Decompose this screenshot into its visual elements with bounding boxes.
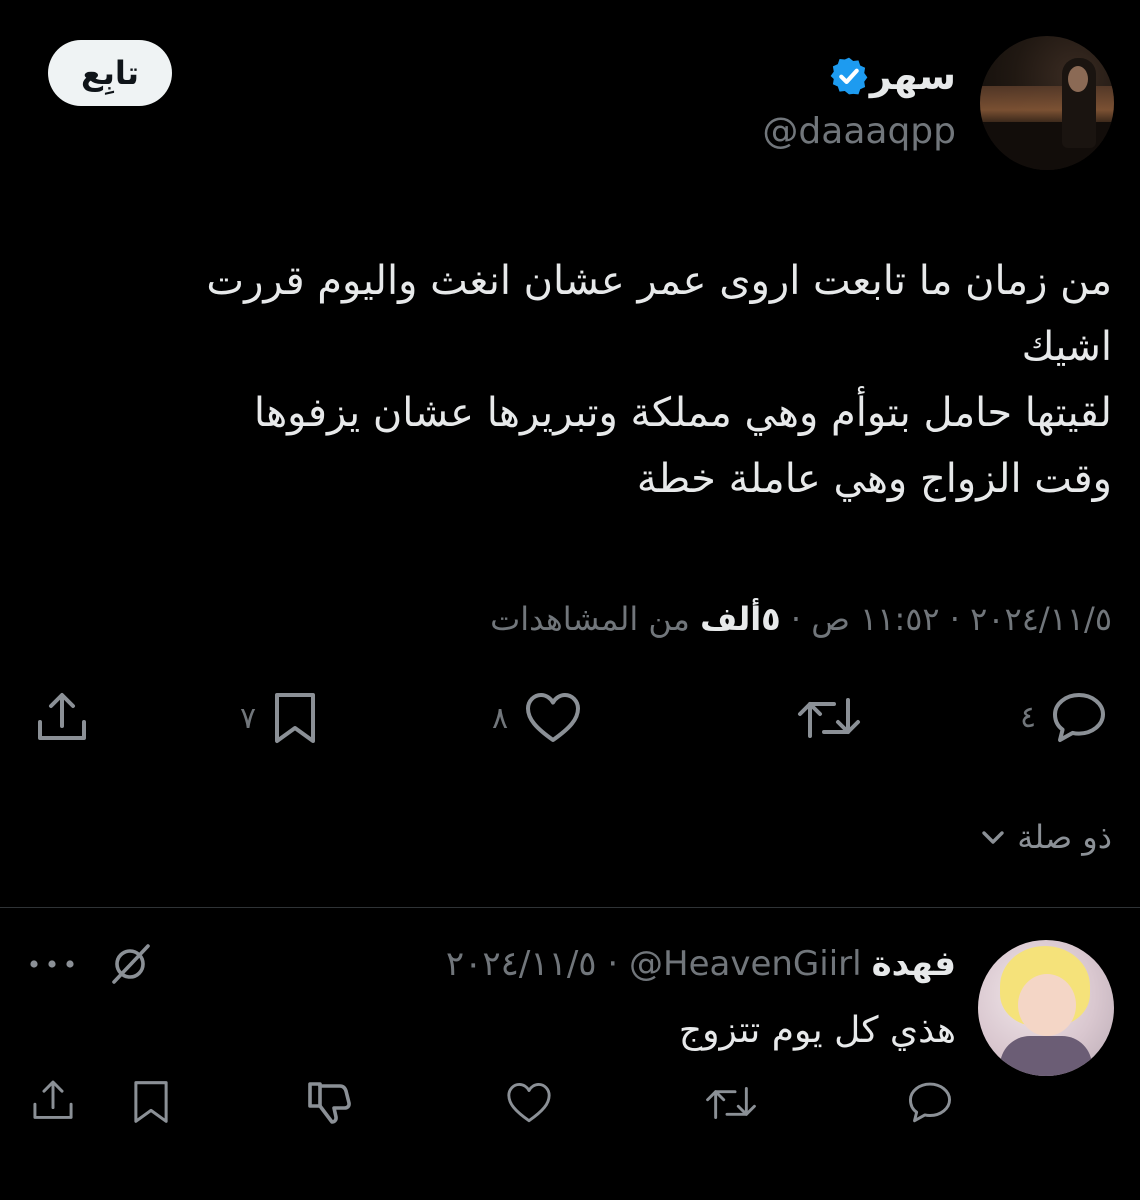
reply-count: ٤ xyxy=(1020,699,1037,735)
grok-icon[interactable] xyxy=(106,940,154,988)
reply-header: فهدة ٢٠٢٤/١١/٥ · @HeavenGiirl xyxy=(446,940,956,988)
reply-dislike-action[interactable] xyxy=(304,1078,354,1130)
more-icon[interactable] xyxy=(30,960,74,968)
retweet-icon xyxy=(706,1087,756,1119)
bookmark-icon xyxy=(275,693,316,743)
bookmark-count: ٧ xyxy=(240,700,257,736)
share-icon xyxy=(33,1080,73,1119)
retweet-action[interactable] xyxy=(796,692,862,744)
meta-separator: · xyxy=(596,944,629,984)
tweet-text: من زمان ما تابعت اروى عمر عشان انغث والي… xyxy=(206,258,1112,502)
chevron-down-icon xyxy=(982,831,1004,844)
reply-icon xyxy=(1053,693,1106,742)
reply-like-action[interactable] xyxy=(504,1080,554,1130)
verified-badge-icon xyxy=(830,57,868,95)
bookmark-icon xyxy=(134,1081,168,1123)
reply-bookmark-action[interactable] xyxy=(130,1078,172,1130)
like-action[interactable]: ٨ xyxy=(492,690,584,746)
divider xyxy=(0,907,1140,908)
tweet-time[interactable]: ١١:٥٢ ص xyxy=(811,600,939,638)
author-handle[interactable]: @daaaqpp xyxy=(762,110,956,154)
like-count: ٨ xyxy=(492,700,509,736)
views-label: من المشاهدات xyxy=(490,600,690,638)
retweet-icon xyxy=(798,698,860,738)
views-count[interactable]: ٥ألف xyxy=(700,600,781,638)
reply-text: هذي كل يوم تتزوج xyxy=(678,1010,956,1051)
share-icon xyxy=(38,693,86,740)
meta-separator: · xyxy=(780,600,812,638)
reply-meta: ٢٠٢٤/١١/٥ · @HeavenGiirl xyxy=(446,940,862,988)
bookmark-action[interactable]: ٧ xyxy=(240,690,320,746)
reply-handle[interactable]: @HeavenGiirl xyxy=(629,944,862,984)
follow-button[interactable]: تابِع xyxy=(48,40,172,106)
dislike-icon xyxy=(308,1082,351,1124)
reply-author-avatar[interactable] xyxy=(978,940,1114,1076)
reply-share-action[interactable] xyxy=(30,1078,76,1128)
reply-retweet-action[interactable] xyxy=(704,1082,758,1128)
meta-separator: · xyxy=(939,600,971,638)
related-label: ذو صلة xyxy=(1017,818,1112,856)
reply-display-name[interactable]: فهدة xyxy=(872,940,956,988)
tweet-meta: ٢٠٢٤/١١/٥ · ١١:٥٢ ص · ٥ألف من المشاهدات xyxy=(490,594,1112,644)
heart-icon xyxy=(507,1083,551,1123)
reply-date[interactable]: ٢٠٢٤/١١/٥ xyxy=(446,944,597,984)
reply-reply-action[interactable] xyxy=(906,1080,954,1128)
reply-icon xyxy=(908,1082,952,1123)
tweet-date[interactable]: ٢٠٢٤/١١/٥ xyxy=(970,600,1112,638)
heart-icon xyxy=(526,693,581,742)
author-display-name[interactable]: سهر xyxy=(870,52,956,100)
author-avatar[interactable] xyxy=(980,36,1114,170)
related-toggle[interactable]: ذو صلة xyxy=(979,812,1112,862)
share-action[interactable] xyxy=(34,690,90,746)
reply-action[interactable]: ٤ xyxy=(1020,690,1108,744)
